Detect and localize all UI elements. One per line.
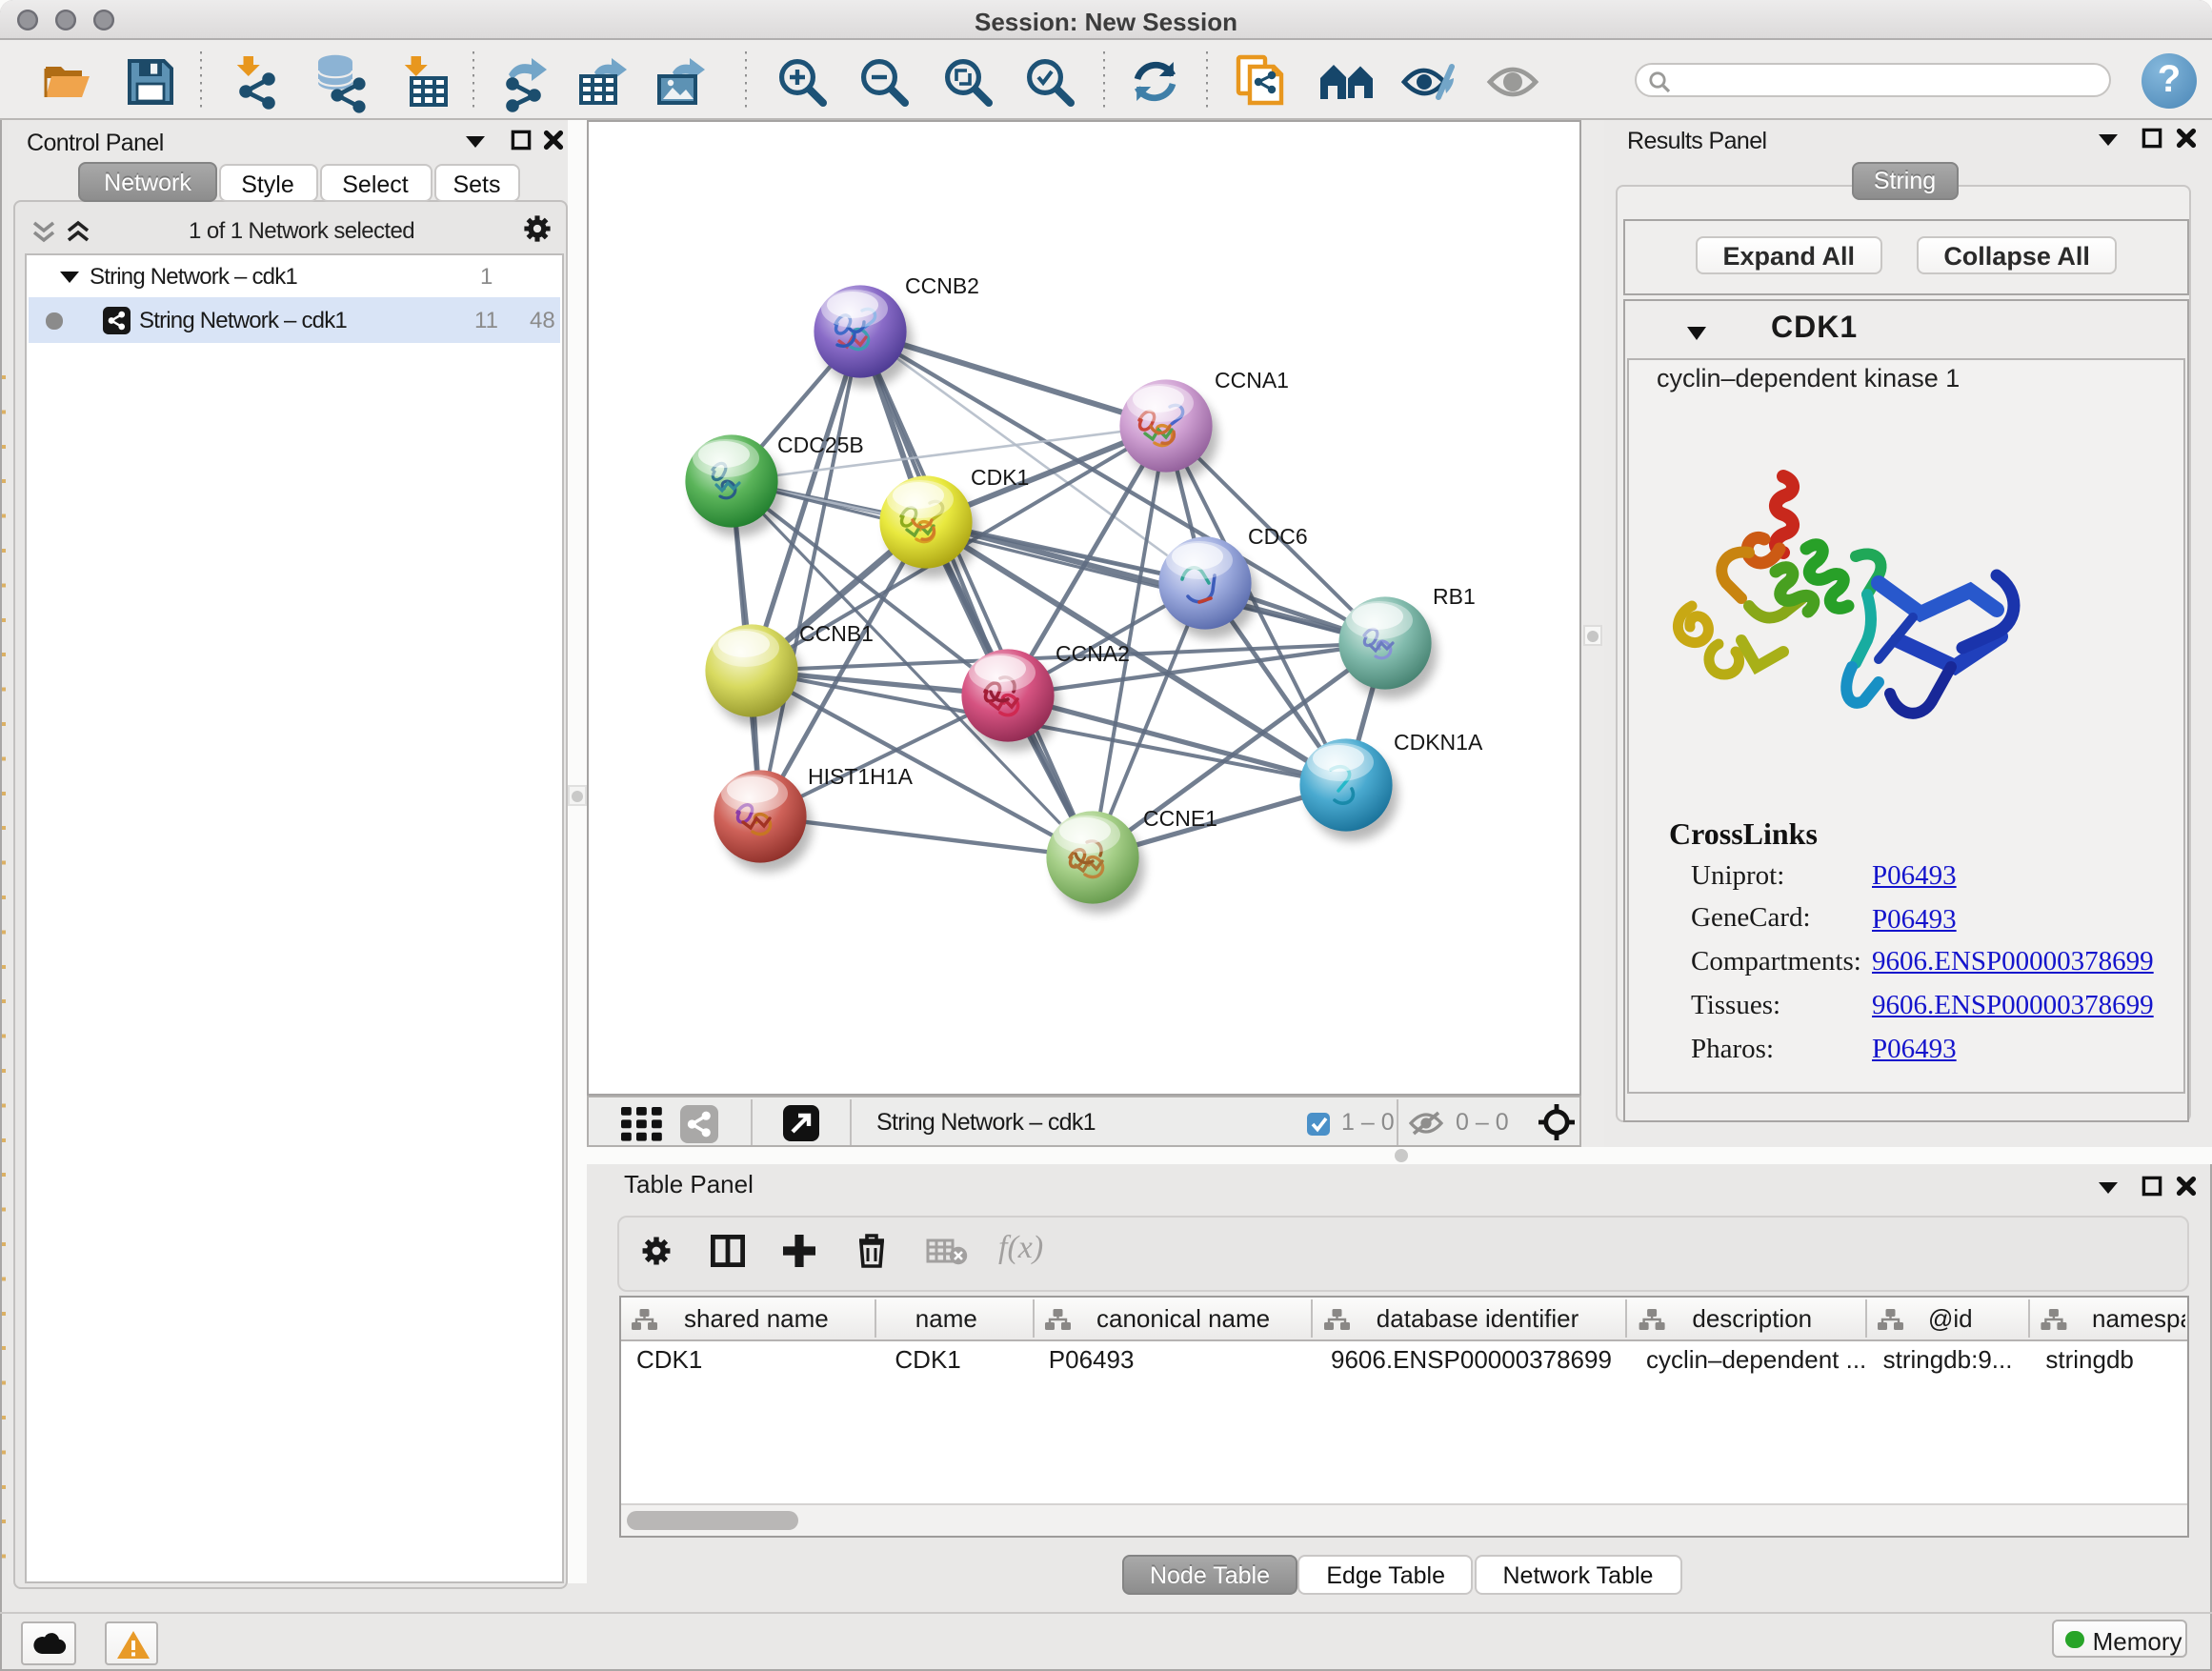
svg-text:CDC25B: CDC25B bbox=[777, 433, 864, 457]
svg-text:9606.ENSP00000378699: 9606.ENSP00000378699 bbox=[1331, 1345, 1612, 1374]
svg-text:HIST1H1A: HIST1H1A bbox=[808, 764, 914, 789]
svg-text:namespace: namespace bbox=[2092, 1304, 2185, 1333]
svg-text:CCNA1: CCNA1 bbox=[1215, 368, 1289, 393]
svg-text:shared name: shared name bbox=[684, 1304, 829, 1333]
svg-text:RB1: RB1 bbox=[1433, 584, 1476, 609]
svg-text:canonical name: canonical name bbox=[1096, 1304, 1270, 1333]
svg-text:stringdb: stringdb bbox=[2045, 1345, 2134, 1374]
svg-text:CDK1: CDK1 bbox=[971, 465, 1029, 490]
svg-text:description: description bbox=[1692, 1304, 1812, 1333]
svg-text:CCNB1: CCNB1 bbox=[799, 621, 874, 646]
svg-text:CDK1: CDK1 bbox=[636, 1345, 702, 1374]
svg-text:CCNA2: CCNA2 bbox=[1056, 641, 1130, 666]
svg-text:CCNE1: CCNE1 bbox=[1143, 806, 1217, 831]
svg-text:CDK1: CDK1 bbox=[895, 1345, 960, 1374]
svg-text:database identifier: database identifier bbox=[1377, 1304, 1579, 1333]
svg-text:P06493: P06493 bbox=[1049, 1345, 1135, 1374]
svg-text:name: name bbox=[915, 1304, 977, 1333]
svg-text:CDC6: CDC6 bbox=[1248, 524, 1308, 549]
svg-text:CCNB2: CCNB2 bbox=[905, 273, 979, 298]
svg-text:CDKN1A: CDKN1A bbox=[1394, 730, 1483, 755]
svg-text:cyclin–dependent ...: cyclin–dependent ... bbox=[1646, 1345, 1866, 1374]
svg-text:stringdb:9...: stringdb:9... bbox=[1883, 1345, 2013, 1374]
svg-text:@id: @id bbox=[1928, 1304, 1973, 1333]
